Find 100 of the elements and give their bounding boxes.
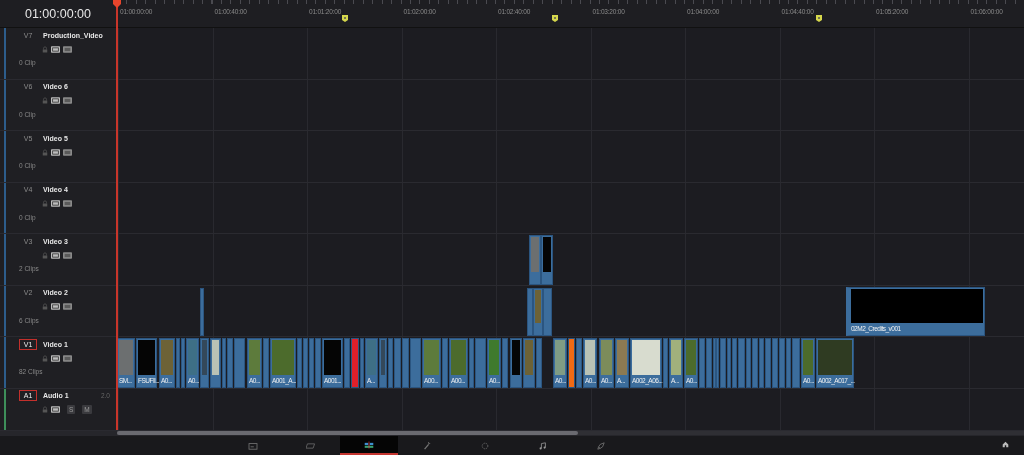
photo-placeholder xyxy=(535,289,541,323)
timeline-clip[interactable] xyxy=(360,338,364,388)
photo-placeholder xyxy=(324,340,341,375)
monitor-icon[interactable] xyxy=(63,354,72,362)
page-tab[interactable] xyxy=(340,436,398,455)
photo-placeholder xyxy=(671,340,681,375)
photo-placeholder xyxy=(272,340,294,375)
timeline-clip[interactable] xyxy=(699,338,705,388)
timeline-clip[interactable] xyxy=(502,338,508,388)
lock-icon[interactable] xyxy=(42,303,48,310)
timeline-clip[interactable] xyxy=(746,338,751,388)
timeline-clip[interactable] xyxy=(181,338,185,388)
timeline-clip[interactable] xyxy=(227,338,233,388)
timeline-clip[interactable] xyxy=(442,338,448,388)
auto-select-icon[interactable] xyxy=(51,200,60,207)
lock-icon[interactable] xyxy=(42,354,48,362)
photo-placeholder xyxy=(512,340,520,375)
auto-select-icon[interactable] xyxy=(51,354,60,362)
timeline-clip[interactable] xyxy=(410,338,421,388)
timeline-clip[interactable] xyxy=(351,338,359,388)
color-wheel-icon xyxy=(480,441,490,450)
lock-icon[interactable] xyxy=(42,97,48,104)
home-icon[interactable] xyxy=(1002,441,1009,448)
lock-icon[interactable] xyxy=(42,406,48,413)
monitor-icon[interactable] xyxy=(63,148,72,156)
photo-placeholder xyxy=(367,340,376,375)
timeline-clip[interactable] xyxy=(786,338,791,388)
timeline-clip[interactable] xyxy=(344,338,350,388)
auto-select-icon[interactable] xyxy=(51,303,60,310)
timeline-clip[interactable] xyxy=(779,338,785,388)
timeline-clip[interactable] xyxy=(536,338,542,388)
magic-wand-icon xyxy=(422,441,432,450)
timeline-clip[interactable] xyxy=(568,338,575,388)
timeline-clip[interactable] xyxy=(792,338,800,388)
timeline-clip[interactable] xyxy=(663,338,668,388)
marker-icon[interactable] xyxy=(551,15,558,22)
photo-placeholder xyxy=(202,340,207,375)
timeline-clip[interactable] xyxy=(752,338,758,388)
auto-select-icon[interactable] xyxy=(51,406,60,413)
timeline-clip[interactable] xyxy=(706,338,712,388)
marker-icon[interactable] xyxy=(815,15,822,22)
auto-select-icon[interactable] xyxy=(51,148,60,156)
timeline-clip[interactable] xyxy=(394,338,401,388)
lock-icon[interactable] xyxy=(42,251,48,259)
monitor-icon[interactable] xyxy=(63,45,72,53)
timeline-clip[interactable] xyxy=(303,338,308,388)
photo-placeholder xyxy=(161,340,173,375)
photo-placeholder xyxy=(617,340,627,375)
timeline-clip[interactable] xyxy=(738,338,745,388)
photo-placeholder xyxy=(249,340,260,375)
timeline-clip[interactable] xyxy=(315,338,321,388)
auto-select-icon[interactable] xyxy=(51,45,60,53)
photo-placeholder xyxy=(525,340,533,375)
timeline-clip[interactable] xyxy=(727,338,731,388)
timeline-clip[interactable] xyxy=(543,287,552,336)
timeline-clip[interactable] xyxy=(402,338,409,388)
timeline-clip[interactable] xyxy=(533,287,543,336)
timeline-clip[interactable] xyxy=(732,338,737,388)
timeline-clip[interactable] xyxy=(222,338,226,388)
photo-placeholder xyxy=(601,340,612,375)
timeline-clip[interactable] xyxy=(713,338,716,388)
timeline-clip[interactable] xyxy=(523,338,535,388)
timeline-clip[interactable] xyxy=(541,235,553,285)
timeline-clip[interactable] xyxy=(263,338,269,388)
timeline-clip[interactable] xyxy=(720,338,726,388)
marker-icon[interactable] xyxy=(341,15,348,22)
timeline-clip[interactable] xyxy=(772,338,778,388)
photo-placeholder xyxy=(119,340,133,375)
lock-icon[interactable] xyxy=(42,200,48,207)
photo-placeholder xyxy=(531,237,539,272)
timeline-clip[interactable] xyxy=(176,338,180,388)
timeline-clip[interactable] xyxy=(510,338,522,388)
timeline-clip[interactable] xyxy=(475,338,486,388)
timeline-clip[interactable] xyxy=(200,287,204,336)
timeline-clip[interactable] xyxy=(309,338,314,388)
lock-icon[interactable] xyxy=(42,148,48,156)
timeline-clip[interactable] xyxy=(234,338,245,388)
horizontal-scrollbar[interactable] xyxy=(117,430,1024,435)
photo-placeholder xyxy=(188,340,197,375)
scrollbar-thumb[interactable] xyxy=(117,430,578,435)
timeline-clip[interactable] xyxy=(759,338,764,388)
auto-select-icon[interactable] xyxy=(51,251,60,259)
timeline-clip[interactable] xyxy=(716,338,719,388)
timeline-clip[interactable] xyxy=(200,338,209,388)
auto-select-icon[interactable] xyxy=(51,97,60,104)
photo-placeholder xyxy=(818,340,852,375)
monitor-icon[interactable] xyxy=(63,251,72,259)
timeline-clip[interactable] xyxy=(765,338,771,388)
photo-placeholder xyxy=(686,340,696,375)
timeline-clip[interactable] xyxy=(388,338,393,388)
timeline-clip[interactable] xyxy=(529,235,541,285)
photo-placeholder xyxy=(585,340,595,375)
lock-icon[interactable] xyxy=(42,45,48,53)
timeline-clip[interactable] xyxy=(527,287,533,336)
timeline-clip[interactable] xyxy=(469,338,474,388)
timeline-clip[interactable] xyxy=(576,338,582,388)
photo-placeholder xyxy=(138,340,155,375)
timeline-clip[interactable] xyxy=(297,338,302,388)
timeline-clip[interactable] xyxy=(210,338,221,388)
timeline-clip[interactable] xyxy=(379,338,387,388)
